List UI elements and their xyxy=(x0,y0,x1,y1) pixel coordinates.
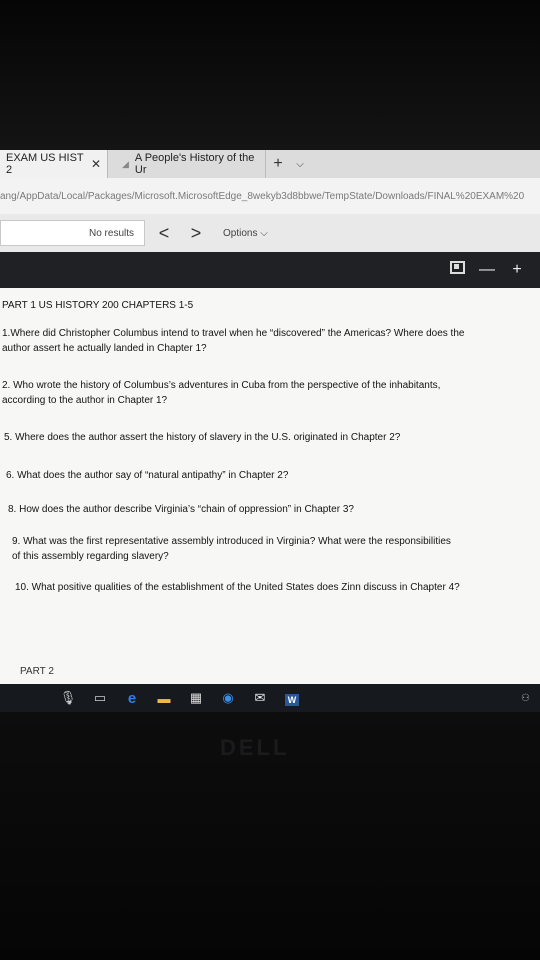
find-next-button[interactable]: > xyxy=(183,223,209,244)
fit-page-icon xyxy=(449,261,465,274)
file-explorer-icon[interactable]: ▬ xyxy=(148,691,180,706)
tab-label: EXAM US HIST 2 xyxy=(6,152,84,176)
tab-exam[interactable]: EXAM US HIST 2 ✕ xyxy=(0,150,108,178)
tab-label: A People's History of the Ur xyxy=(134,152,255,176)
question-10: 10. What positive qualities of the estab… xyxy=(15,582,460,593)
microphone-icon[interactable]: 🎙 xyxy=(52,690,84,706)
task-view-icon[interactable]: ▭ xyxy=(84,690,116,706)
new-tab-button[interactable]: + xyxy=(266,155,290,173)
find-previous-button[interactable]: < xyxy=(151,223,177,244)
tab-peoples-history[interactable]: ◢ A People's History of the Ur xyxy=(108,150,266,178)
screen-bezel-top xyxy=(0,0,540,150)
app-circle-icon[interactable]: ◉ xyxy=(212,690,244,706)
windows-taskbar: 🎙 ▭ e ▬ ▦ ◉ ✉ W ⚇ xyxy=(0,684,540,712)
part2-heading: PART 2 xyxy=(20,666,54,677)
page-heading: PART 1 US HISTORY 200 CHAPTERS 1-5 xyxy=(2,300,194,311)
word-app-icon[interactable]: W xyxy=(276,691,308,706)
zoom-in-button[interactable]: + xyxy=(502,261,532,279)
find-input[interactable]: No results xyxy=(0,220,145,246)
find-options-button[interactable]: Options ⌵ xyxy=(223,228,268,239)
mail-icon[interactable]: ✉ xyxy=(244,690,276,706)
question-6: 6. What does the author say of “natural … xyxy=(6,470,289,481)
find-status: No results xyxy=(88,227,134,239)
address-text: ang/AppData/Local/Packages/Microsoft.Mic… xyxy=(0,190,525,202)
question-8: 8. How does the author describe Virginia… xyxy=(8,504,354,515)
tab-strip: EXAM US HIST 2 ✕ ◢ A People's History of… xyxy=(0,150,540,178)
options-label: Options xyxy=(223,227,258,239)
pdf-toolbar: — + xyxy=(0,252,540,288)
tab-menu-chevron-icon[interactable]: ⌵ xyxy=(290,159,310,170)
people-icon[interactable]: ⚇ xyxy=(521,693,530,704)
edge-browser-icon[interactable]: e xyxy=(116,690,148,707)
question-5: 5. Where does the author assert the hist… xyxy=(4,432,401,443)
question-2: 2. Who wrote the history of Columbus’s a… xyxy=(2,380,441,406)
zoom-out-button[interactable]: — xyxy=(472,261,502,279)
question-1: 1.Where did Christopher Columbus intend … xyxy=(2,328,465,354)
store-icon[interactable]: ▦ xyxy=(180,690,212,706)
address-bar[interactable]: ang/AppData/Local/Packages/Microsoft.Mic… xyxy=(0,178,540,215)
find-bar: No results < > Options ⌵ xyxy=(0,214,540,252)
dell-logo: DELL xyxy=(220,735,290,760)
word-icon-label: W xyxy=(285,693,299,706)
pdf-page: PART 1 US HISTORY 200 CHAPTERS 1-5 1.Whe… xyxy=(0,288,540,684)
question-9: 9. What was the first representative ass… xyxy=(12,536,451,562)
chevron-down-icon: ⌵ xyxy=(260,227,268,239)
close-icon[interactable]: ✕ xyxy=(91,157,101,171)
tab-favicon-icon: ◢ xyxy=(122,158,129,169)
fit-page-button[interactable] xyxy=(442,261,472,279)
